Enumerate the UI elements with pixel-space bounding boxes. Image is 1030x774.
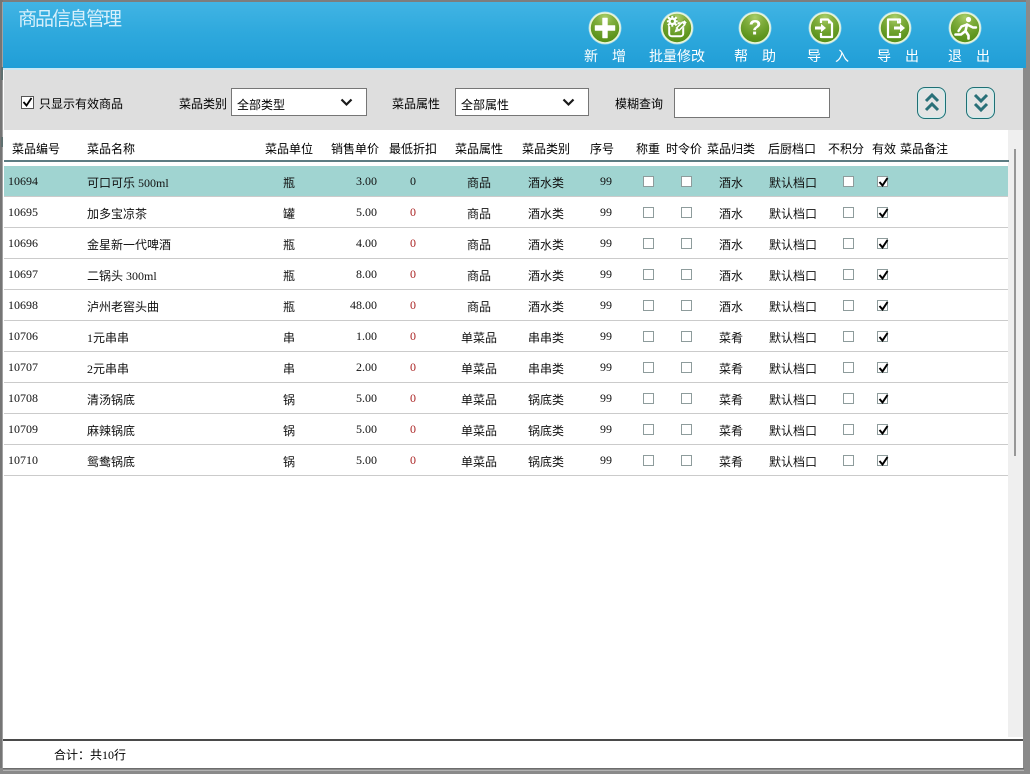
svg-text:?: ? — [749, 17, 762, 40]
